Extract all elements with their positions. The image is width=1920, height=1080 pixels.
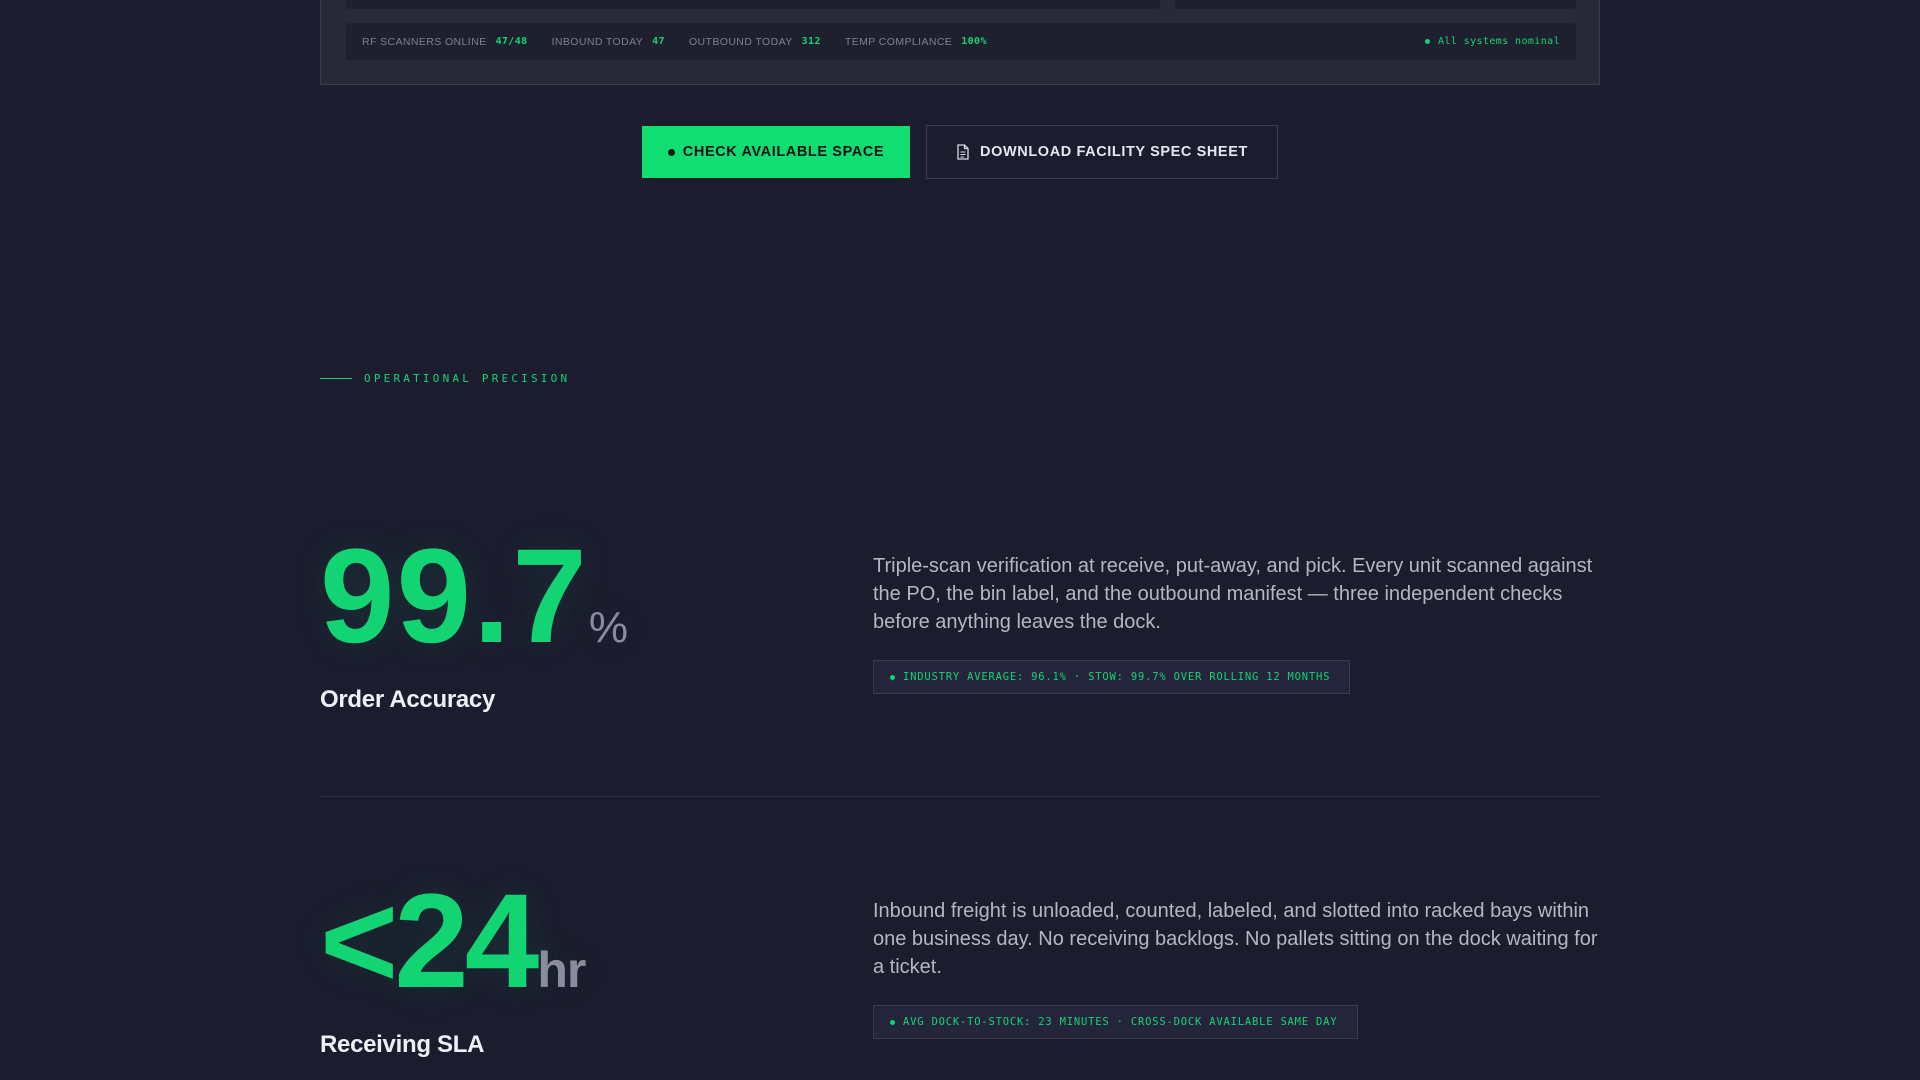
order-accuracy-tag: INDUSTRY AVERAGE: 96.1% · STOW: 99.7% OV… [873,660,1350,694]
order-accuracy-description: Triple-scan verification at receive, put… [873,555,1593,633]
system-status: All systems nominal [1425,36,1560,47]
stat-label: OUTBOUND TODAY [688,35,793,48]
check-available-space-button[interactable]: CHECK AVAILABLE SPACE [642,126,910,178]
stat-value: 47/48 [495,36,528,47]
page: RF SCANNERS ONLINE 47/48 INBOUND TODAY 4… [0,0,1920,1080]
stat-label: TEMP COMPLIANCE [844,35,953,48]
stat-rf-scanners: RF SCANNERS ONLINE 47/48 [362,36,528,48]
metric-value: <24 [320,867,539,1016]
stat-value: 312 [801,36,821,47]
eyebrow-text: OPERATIONAL PRECISION [364,372,571,385]
stat-value: 100% [961,36,987,47]
panel-bar-right [1175,0,1576,9]
tag-dot-icon [890,674,895,680]
stat-label: INBOUND TODAY [551,35,644,48]
system-status-text: All systems nominal [1438,36,1560,47]
metric-value: 99.7 [320,522,589,671]
tag-text: AVG DOCK-TO-STOCK: 23 MINUTES · CROSS-DO… [903,1016,1338,1028]
panel-bar-left [346,0,1160,9]
receiving-sla-label: Receiving SLA [320,1031,485,1058]
receiving-sla-tag: AVG DOCK-TO-STOCK: 23 MINUTES · CROSS-DO… [873,1005,1358,1039]
order-accuracy-value: 99.7 % [320,520,630,673]
download-spec-sheet-button[interactable]: DOWNLOAD FACILITY SPEC SHEET [926,125,1278,179]
section-divider [320,796,1600,797]
tag-dot-icon [890,1019,895,1025]
order-accuracy-label: Order Accuracy [320,686,496,713]
tag-text: INDUSTRY AVERAGE: 96.1% · STOW: 99.7% OV… [903,671,1331,683]
stat-inbound: INBOUND TODAY 47 [552,36,665,48]
receiving-sla-value: <24 hr [320,865,586,1018]
stat-outbound: OUTBOUND TODAY 312 [689,36,821,48]
section-eyebrow: OPERATIONAL PRECISION [320,372,570,385]
status-dot-icon [1425,39,1430,44]
check-available-space-label: CHECK AVAILABLE SPACE [682,144,885,160]
download-spec-sheet-label: DOWNLOAD FACILITY SPEC SHEET [980,144,1248,160]
receiving-sla-description: Inbound freight is unloaded, counted, la… [873,900,1598,978]
document-icon [957,144,969,160]
stat-value: 47 [652,36,665,47]
stat-label: RF SCANNERS ONLINE [362,35,487,48]
eyebrow-line [320,378,352,379]
status-bar: RF SCANNERS ONLINE 47/48 INBOUND TODAY 4… [346,23,1576,60]
metric-unit: % [588,603,630,652]
facility-status-panel: RF SCANNERS ONLINE 47/48 INBOUND TODAY 4… [320,0,1600,85]
metric-unit: hr [537,942,586,998]
stat-temp-compliance: TEMP COMPLIANCE 100% [845,36,987,48]
dot-icon [667,148,675,156]
